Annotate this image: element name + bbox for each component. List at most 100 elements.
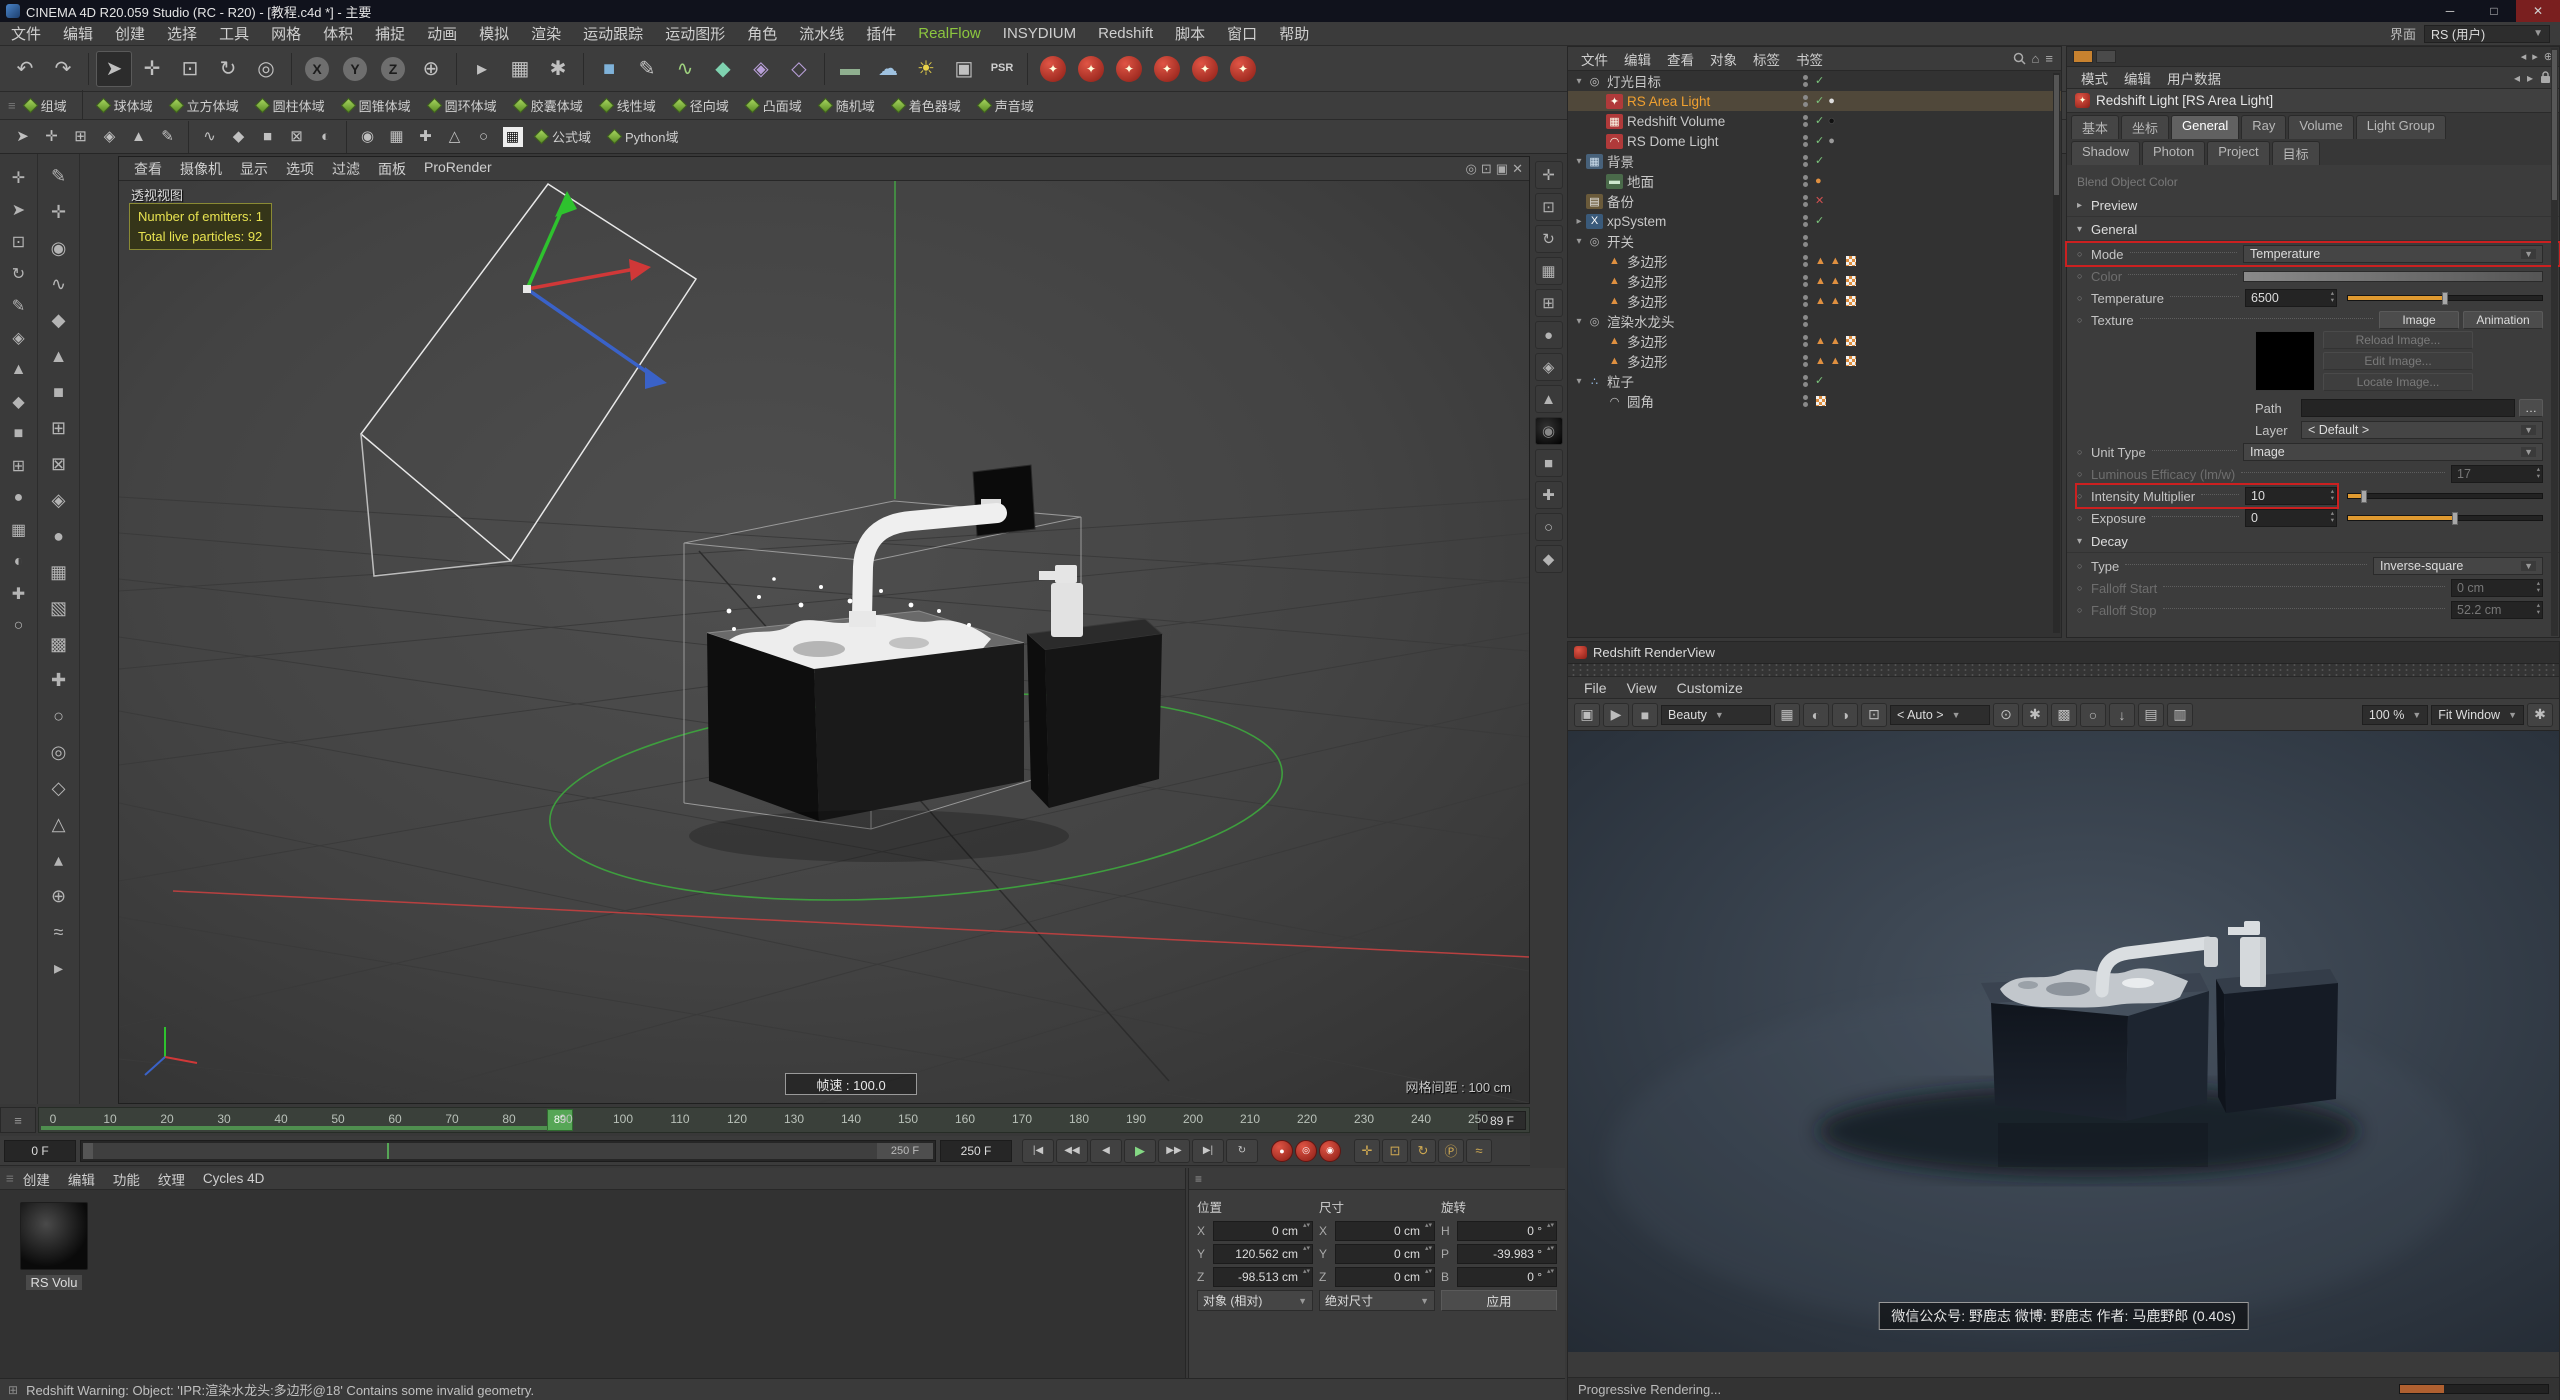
left-tool-b1-button[interactable]: ✛ — [42, 195, 76, 229]
modeling-tool-4-button[interactable]: ▲ — [125, 123, 152, 150]
viewport-menu-ProRender[interactable]: ProRender — [415, 159, 501, 179]
gamma-button[interactable]: ◑ — [1832, 702, 1858, 727]
unit-type-dropdown[interactable]: Image ▼ — [2243, 443, 2543, 461]
field-button-10[interactable]: 随机域 — [811, 94, 884, 117]
material-menu-功能[interactable]: 功能 — [104, 1169, 149, 1189]
attribute-menu-模式[interactable]: 模式 — [2073, 68, 2116, 88]
spinner-icon[interactable]: ▴▾ — [2537, 602, 2540, 616]
visibility-dots[interactable] — [1803, 75, 1808, 87]
coordinate-field-尺寸-Y[interactable]: 0 cm ▴▾ — [1335, 1244, 1435, 1264]
temperature-field[interactable]: 6500 ▴ ▾ — [2245, 289, 2337, 307]
field-button-12[interactable]: 声音域 — [970, 94, 1043, 117]
redshift-material-button[interactable]: ✦ — [1111, 51, 1147, 87]
sky-object-button[interactable]: ☁ — [870, 51, 906, 87]
render-canvas[interactable]: 微信公众号: 野鹿志 微博: 野鹿志 作者: 马鹿野郎 (0.40s) — [1568, 731, 2559, 1352]
side-tool-3-button[interactable]: ▦ — [1534, 257, 1563, 285]
light-object-button[interactable]: ☀ — [908, 51, 944, 87]
coordinate-field-位置-Z[interactable]: -98.513 cm ▴▾ — [1213, 1267, 1313, 1287]
visibility-dots[interactable] — [1803, 275, 1808, 287]
coordinate-field-旋转-H[interactable]: 0 ° ▴▾ — [1457, 1221, 1557, 1241]
left-tool-b7-button[interactable]: ⊞ — [42, 411, 76, 445]
spinner-icon[interactable]: ▴▾ — [1547, 1268, 1554, 1275]
falloff-stop-field[interactable]: 52.2 cm ▴ ▾ — [2451, 601, 2543, 619]
side-tool-0-button[interactable]: ✛ — [1534, 161, 1563, 189]
left-tool-b10-button[interactable]: ● — [42, 519, 76, 553]
object-row-1[interactable]: ✦ RS Area Light ✓ ● — [1568, 91, 2061, 111]
object-row-2[interactable]: ▦ Redshift Volume ✓ ● — [1568, 111, 2061, 131]
tab-Volume[interactable]: Volume — [2288, 115, 2354, 139]
render-picture-viewer-button[interactable]: ▦ — [502, 51, 538, 87]
keyframe-rotation-button[interactable]: ↻ — [1410, 1138, 1436, 1163]
slider-handle[interactable] — [2360, 490, 2367, 503]
start-ipr-button[interactable]: ▶ — [1603, 702, 1629, 727]
renderview-menu-File[interactable]: File — [1574, 680, 1617, 696]
modeling-tool-12-button[interactable]: ▦ — [383, 123, 410, 150]
spinner-icon[interactable]: ▴▾ — [1303, 1222, 1310, 1229]
spinner-icon[interactable]: ▴▾ — [1425, 1268, 1432, 1275]
visibility-dots[interactable] — [1803, 215, 1808, 227]
left-tool-b16-button[interactable]: ◎ — [42, 735, 76, 769]
selection-tag-icon[interactable]: ▲ — [1815, 255, 1826, 267]
field-labeled-button-1[interactable]: Python域 — [600, 125, 687, 148]
timeline-options-icon[interactable]: ≡ — [0, 1107, 36, 1133]
left-tool-a9-button[interactable]: ⊞ — [4, 451, 34, 481]
spinner-icon[interactable]: ▴▾ — [2331, 290, 2334, 304]
left-tool-a13-button[interactable]: ✚ — [4, 579, 34, 609]
renderview-grip[interactable] — [1568, 664, 2559, 677]
end-frame-field[interactable]: 250 F — [940, 1139, 1012, 1162]
side-tool-7-button[interactable]: ▲ — [1534, 385, 1563, 413]
region-render-button[interactable]: ⊡ — [1861, 702, 1887, 727]
expander-icon[interactable]: ▾ — [1572, 316, 1586, 327]
side-tool-9-button[interactable]: ■ — [1534, 449, 1563, 477]
range-start-grip[interactable] — [83, 1142, 93, 1159]
visibility-dots[interactable] — [1803, 135, 1808, 147]
enabled-check-icon[interactable]: ✓ — [1815, 95, 1824, 107]
attribute-menu-用户数据[interactable]: 用户数据 — [2159, 68, 2229, 88]
left-tool-a1-button[interactable]: ➤ — [4, 195, 34, 225]
gear-icon[interactable]: ✱ — [2527, 702, 2553, 727]
loop-button[interactable]: ↻ — [1226, 1138, 1258, 1163]
apply-button[interactable]: 应用 — [1441, 1290, 1557, 1311]
menu-INSYDIUM[interactable]: INSYDIUM — [992, 25, 1087, 42]
left-tool-a0-button[interactable]: ✛ — [4, 163, 34, 193]
material-menu-编辑[interactable]: 编辑 — [59, 1169, 104, 1189]
close-button[interactable]: ✕ — [2516, 0, 2560, 22]
coordinate-field-尺寸-Z[interactable]: 0 cm ▴▾ — [1335, 1267, 1435, 1287]
spinner-icon[interactable]: ▴▾ — [1425, 1222, 1432, 1229]
menu-动画[interactable]: 动画 — [416, 23, 468, 44]
object-row-5[interactable]: ▬ 地面 ● — [1568, 171, 2061, 191]
spinner-icon[interactable]: ▴▾ — [2537, 466, 2540, 480]
menu-窗口[interactable]: 窗口 — [1216, 23, 1268, 44]
left-tool-a12-button[interactable]: ◐ — [4, 547, 34, 577]
left-tool-b6-button[interactable]: ■ — [42, 375, 76, 409]
expander-icon[interactable]: ▸ — [1572, 216, 1586, 227]
layer-dropdown[interactable]: < Default > ▼ — [2301, 421, 2543, 439]
minimize-button[interactable]: ─ — [2428, 0, 2472, 22]
phong-tag-icon[interactable]: ● — [1815, 175, 1822, 187]
psr-button[interactable]: PSR — [984, 51, 1020, 87]
object-row-4[interactable]: ▾ ▦ 背景 ✓ — [1568, 151, 2061, 171]
redo-button[interactable]: ↷ — [45, 51, 81, 87]
expander-icon[interactable]: ▾ — [1572, 376, 1586, 387]
redshift-bake-button[interactable]: ✦ — [1225, 51, 1261, 87]
object-row-15[interactable]: ▾ ∴ 粒子 ✓ — [1568, 371, 2061, 391]
modeling-tool-5-button[interactable]: ✎ — [154, 123, 181, 150]
visibility-dots[interactable] — [1803, 375, 1808, 387]
visibility-dots[interactable] — [1803, 335, 1808, 347]
modeling-tool-13-button[interactable]: ✚ — [412, 123, 439, 150]
lock-icon[interactable] — [2540, 70, 2551, 84]
menu-编辑[interactable]: 编辑 — [52, 23, 104, 44]
coordinate-field-位置-X[interactable]: 0 cm ▴▾ — [1213, 1221, 1313, 1241]
texture-tag-icon[interactable] — [1844, 295, 1857, 307]
object-menu-标签[interactable]: 标签 — [1745, 49, 1788, 69]
object-row-10[interactable]: ▲ 多边形 ▲ ▲ — [1568, 271, 2061, 291]
maximize-button[interactable]: □ — [2472, 0, 2516, 22]
beauty-dropdown[interactable]: Beauty ▼ — [1661, 704, 1771, 725]
left-tool-b8-button[interactable]: ⊠ — [42, 447, 76, 481]
object-menu-书签[interactable]: 书签 — [1788, 49, 1831, 69]
last-tool-button[interactable]: ◎ — [248, 51, 284, 87]
material-thumbnail[interactable] — [20, 1202, 88, 1270]
object-row-14[interactable]: ▲ 多边形 ▲ ▲ — [1568, 351, 2061, 371]
visibility-dots[interactable] — [1803, 395, 1808, 407]
left-tool-a8-button[interactable]: ■ — [4, 419, 34, 449]
